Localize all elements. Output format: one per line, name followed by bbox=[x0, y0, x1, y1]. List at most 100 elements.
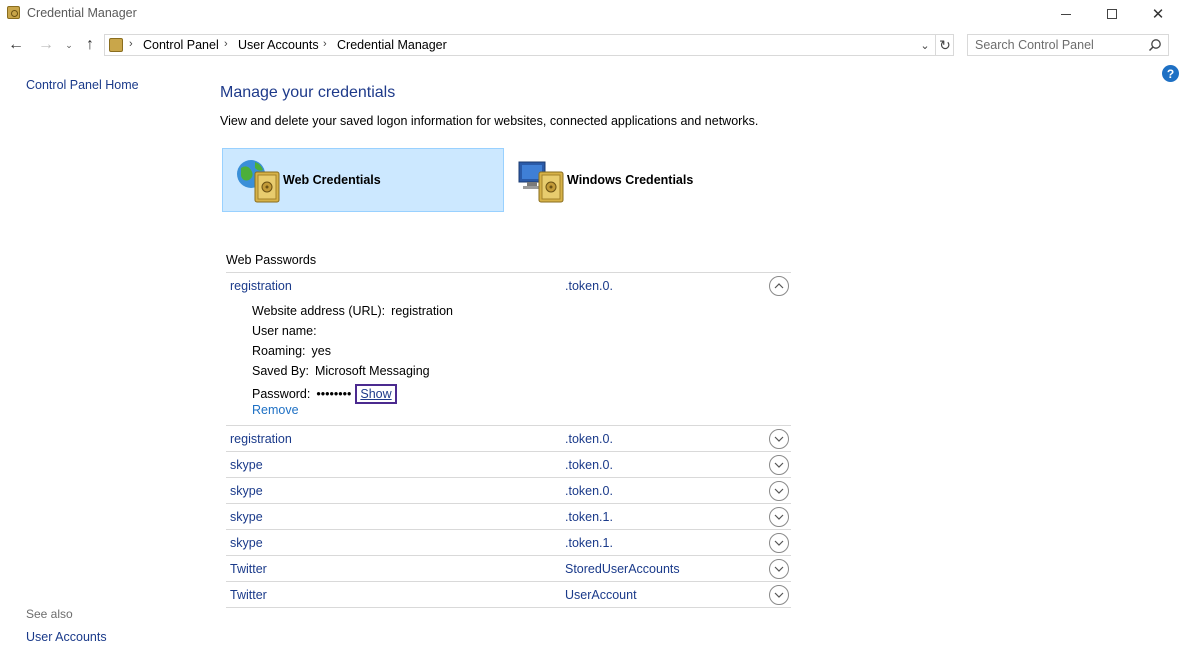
credential-name[interactable]: Twitter bbox=[230, 588, 267, 602]
chevron-down-icon bbox=[774, 462, 784, 468]
web-credentials-icon bbox=[237, 160, 280, 203]
credential-name[interactable]: Twitter bbox=[230, 562, 267, 576]
collapse-button[interactable] bbox=[769, 276, 789, 296]
credential-row[interactable]: Twitter StoredUserAccounts bbox=[226, 556, 791, 582]
credential-type: UserAccount bbox=[565, 588, 637, 602]
credential-row[interactable]: skype .token.0. bbox=[226, 452, 791, 478]
credential-name[interactable]: skype bbox=[230, 458, 263, 472]
up-arrow-icon: ↑ bbox=[86, 36, 94, 53]
close-icon: ✕ bbox=[1151, 6, 1165, 23]
password-label: Password: bbox=[252, 387, 311, 401]
breadcrumb-separator: › bbox=[323, 38, 327, 50]
credential-name[interactable]: skype bbox=[230, 484, 263, 498]
credential-row[interactable]: skype .token.0. bbox=[226, 478, 791, 504]
window-title: Credential Manager bbox=[27, 6, 137, 20]
chevron-down-icon bbox=[774, 540, 784, 546]
password-value: •••••••• bbox=[316, 387, 352, 401]
search-input[interactable] bbox=[968, 35, 1143, 55]
expand-button[interactable] bbox=[769, 429, 789, 449]
windows-credentials-label: Windows Credentials bbox=[567, 173, 694, 187]
credential-type: .token.1. bbox=[565, 510, 613, 524]
expand-button[interactable] bbox=[769, 455, 789, 475]
credential-row[interactable]: skype .token.1. bbox=[226, 504, 791, 530]
credential-list: registration .token.0. Website address (… bbox=[226, 272, 791, 608]
up-button[interactable]: ↑ bbox=[80, 34, 100, 56]
username-detail: User name: bbox=[252, 324, 323, 338]
address-dropdown-button[interactable]: ⌄ bbox=[917, 37, 933, 53]
url-detail: Website address (URL): registration bbox=[252, 304, 453, 318]
credential-name[interactable]: skype bbox=[230, 510, 263, 524]
url-label: Website address (URL): bbox=[252, 304, 386, 318]
minimize-icon bbox=[1061, 13, 1071, 15]
close-button[interactable]: ✕ bbox=[1135, 0, 1181, 28]
minimize-button[interactable] bbox=[1043, 0, 1089, 28]
web-passwords-heading: Web Passwords bbox=[226, 253, 317, 267]
chevron-down-icon bbox=[774, 488, 784, 494]
chevron-down-icon bbox=[774, 514, 784, 520]
expand-button[interactable] bbox=[769, 585, 789, 605]
expand-button[interactable] bbox=[769, 481, 789, 501]
maximize-button[interactable] bbox=[1089, 0, 1135, 28]
forward-arrow-icon: → bbox=[38, 36, 54, 53]
credential-type: .token.0. bbox=[565, 484, 613, 498]
credential-row[interactable]: Twitter UserAccount bbox=[226, 582, 791, 608]
chevron-down-icon bbox=[774, 436, 784, 442]
breadcrumb-user-accounts[interactable]: User Accounts bbox=[238, 38, 319, 52]
credential-type: .token.1. bbox=[565, 536, 613, 550]
windows-credentials-tile[interactable]: Windows Credentials bbox=[506, 148, 788, 212]
search-box[interactable] bbox=[967, 34, 1169, 56]
back-arrow-icon: ← bbox=[8, 36, 24, 53]
credential-type: .token.0. bbox=[565, 432, 613, 446]
breadcrumb-credential-manager[interactable]: Credential Manager bbox=[337, 38, 447, 52]
username-label: User name: bbox=[252, 324, 317, 338]
credential-manager-icon bbox=[7, 6, 20, 19]
chevron-down-icon bbox=[774, 566, 784, 572]
page-title: Manage your credentials bbox=[220, 84, 396, 101]
breadcrumb-separator: › bbox=[224, 38, 228, 50]
breadcrumb-separator: › bbox=[129, 38, 133, 50]
credential-row-expanded: registration .token.0. Website address (… bbox=[226, 273, 791, 426]
refresh-icon: ↻ bbox=[939, 36, 951, 53]
saved-by-label: Saved By: bbox=[252, 364, 309, 378]
credential-row[interactable]: registration .token.0. bbox=[226, 426, 791, 452]
chevron-down-icon bbox=[774, 592, 784, 598]
see-also-label: See also bbox=[26, 607, 73, 621]
address-bar[interactable]: › Control Panel › User Accounts › Creden… bbox=[104, 34, 954, 56]
refresh-button[interactable]: ↻ bbox=[935, 35, 954, 55]
credential-type: .token.0. bbox=[565, 458, 613, 472]
saved-by-value: Microsoft Messaging bbox=[314, 364, 430, 378]
remove-link[interactable]: Remove bbox=[252, 403, 299, 417]
control-panel-home-link[interactable]: Control Panel Home bbox=[26, 78, 139, 92]
page-description: View and delete your saved logon informa… bbox=[220, 114, 759, 128]
saved-by-detail: Saved By: Microsoft Messaging bbox=[252, 364, 430, 378]
chevron-down-icon: ⌄ bbox=[65, 39, 73, 50]
chevron-up-icon bbox=[774, 283, 784, 289]
credential-name[interactable]: skype bbox=[230, 536, 263, 550]
user-accounts-link[interactable]: User Accounts bbox=[26, 630, 107, 644]
credential-row[interactable]: skype .token.1. bbox=[226, 530, 791, 556]
help-icon[interactable]: ? bbox=[1162, 65, 1179, 82]
maximize-icon bbox=[1107, 9, 1117, 19]
roaming-detail: Roaming: yes bbox=[252, 344, 331, 358]
breadcrumb-control-panel[interactable]: Control Panel bbox=[143, 38, 219, 52]
credential-type: .token.0. bbox=[565, 279, 613, 293]
roaming-label: Roaming: bbox=[252, 344, 306, 358]
credential-name[interactable]: registration bbox=[230, 279, 292, 293]
expand-button[interactable] bbox=[769, 507, 789, 527]
web-credentials-tile[interactable]: Web Credentials bbox=[222, 148, 504, 212]
expand-button[interactable] bbox=[769, 559, 789, 579]
show-password-link[interactable]: Show bbox=[355, 384, 397, 404]
expand-button[interactable] bbox=[769, 533, 789, 553]
roaming-value: yes bbox=[311, 344, 331, 358]
recent-locations-button[interactable]: ⌄ bbox=[62, 34, 76, 56]
forward-button[interactable]: → bbox=[36, 34, 56, 56]
back-button[interactable]: ← bbox=[6, 34, 26, 56]
title-bar: Credential Manager ✕ bbox=[0, 0, 1181, 28]
windows-credentials-icon bbox=[518, 161, 564, 203]
search-icon[interactable] bbox=[1148, 38, 1162, 52]
credential-name[interactable]: registration bbox=[230, 432, 292, 446]
url-value: registration bbox=[391, 304, 453, 318]
password-detail: Password: •••••••• Show bbox=[252, 384, 397, 404]
credential-type: StoredUserAccounts bbox=[565, 562, 680, 576]
web-credentials-label: Web Credentials bbox=[283, 173, 381, 187]
